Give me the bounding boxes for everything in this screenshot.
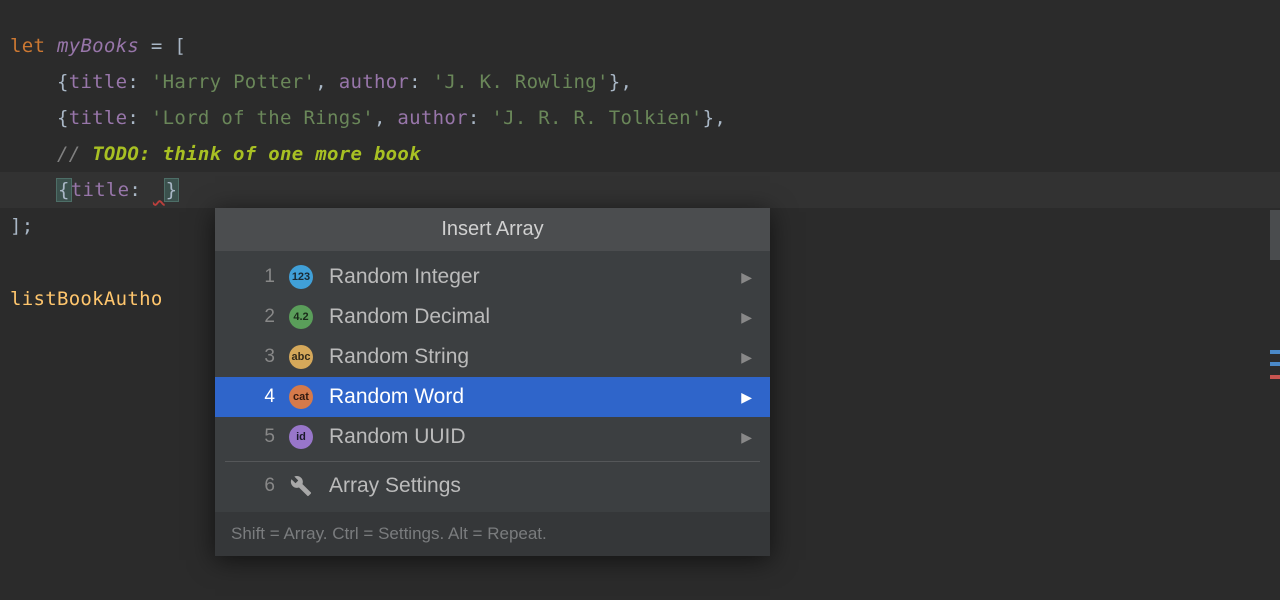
abc-icon: abc [289,345,313,369]
menu-item-label: Random Integer [329,265,741,289]
menu-item-number: 3 [215,346,275,368]
menu-item-random-word[interactable]: 4 cat Random Word▶ [215,377,770,417]
menu-item-array-settings[interactable]: 6 Array Settings [215,466,770,506]
popup-menu: 1123Random Integer▶24.2Random Decimal▶3a… [215,251,770,512]
menu-item-random-uuid[interactable]: 5 id Random UUID▶ [215,417,770,457]
menu-item-number: 1 [215,266,275,288]
menu-item-label: Random String [329,345,741,369]
menu-item-label: Random Word [329,385,741,409]
menu-item-random-integer[interactable]: 1 123 Random Integer▶ [215,257,770,297]
code-line: let myBooks = [ [0,28,1280,64]
code-line-active: {title: } [0,172,1280,208]
gutter-marker[interactable] [1270,362,1280,366]
42-icon: 4.2 [289,305,313,329]
submenu-arrow-icon: ▶ [741,349,752,366]
submenu-arrow-icon: ▶ [741,389,752,406]
123-icon: 123 [289,265,313,289]
menu-item-label: Random UUID [329,425,741,449]
submenu-arrow-icon: ▶ [741,309,752,326]
menu-divider [225,461,760,462]
menu-item-random-string[interactable]: 3 abc Random String▶ [215,337,770,377]
menu-item-label: Random Decimal [329,305,741,329]
code-line: // TODO: think of one more book [0,136,1280,172]
menu-item-label: Array Settings [329,474,752,498]
menu-item-number: 4 [215,386,275,408]
wrench-icon [289,475,313,497]
scrollbar[interactable] [1270,210,1280,260]
gutter-marker[interactable] [1270,350,1280,354]
code-line: {title: 'Lord of the Rings', author: 'J.… [0,100,1280,136]
cat-icon: cat [289,385,313,409]
gutter-marker[interactable] [1270,375,1280,379]
menu-item-random-decimal[interactable]: 2 4.2 Random Decimal▶ [215,297,770,337]
id-icon: id [289,425,313,449]
menu-item-number: 5 [215,426,275,448]
popup-title: Insert Array [215,208,770,251]
menu-item-number: 2 [215,306,275,328]
submenu-arrow-icon: ▶ [741,269,752,286]
popup-hint: Shift = Array. Ctrl = Settings. Alt = Re… [215,512,770,556]
insert-array-popup: Insert Array 1123Random Integer▶24.2Rand… [215,208,770,556]
code-line: {title: 'Harry Potter', author: 'J. K. R… [0,64,1280,100]
menu-item-number: 6 [215,475,275,497]
submenu-arrow-icon: ▶ [741,429,752,446]
